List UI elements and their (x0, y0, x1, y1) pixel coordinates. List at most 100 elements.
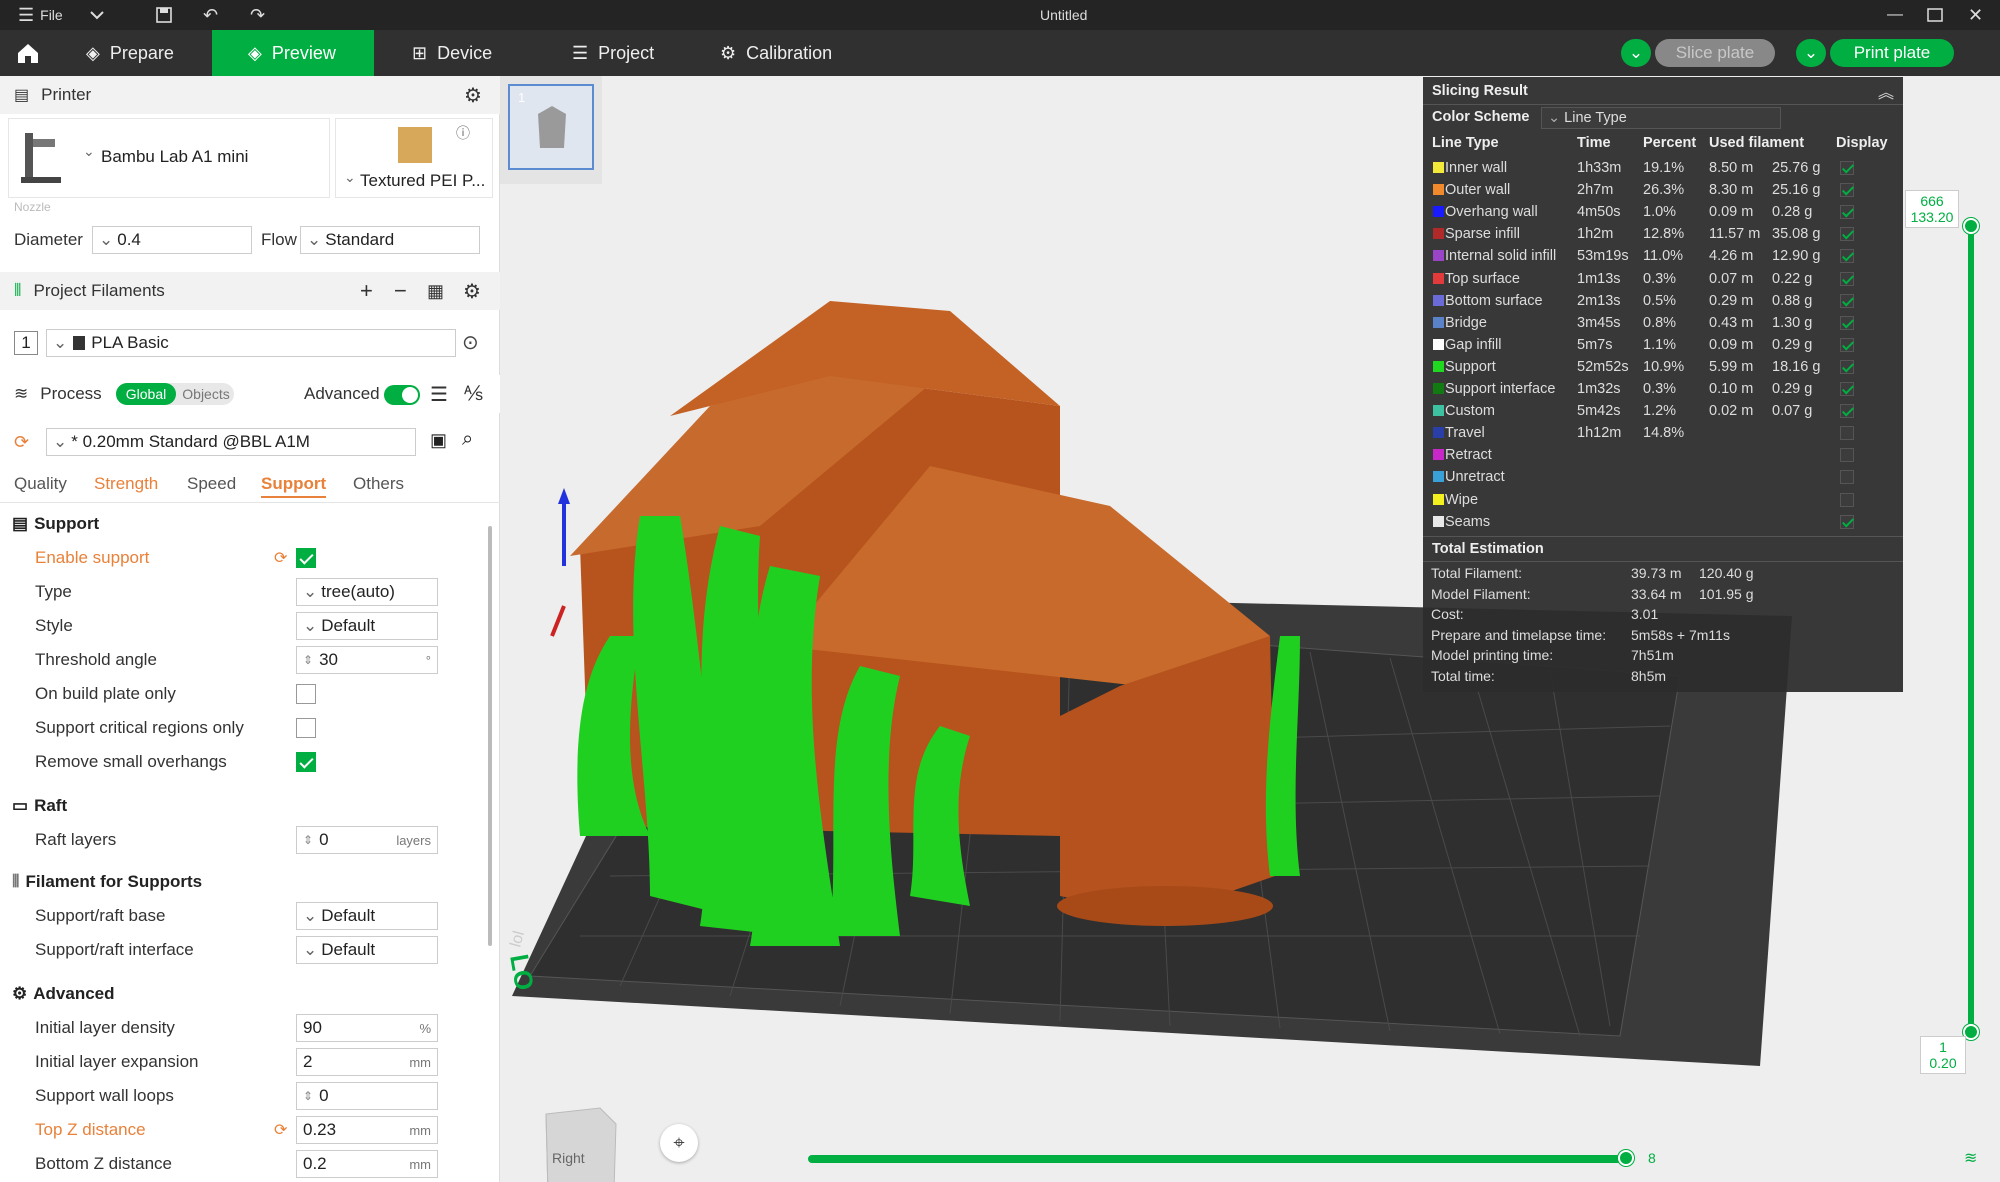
display-checkbox[interactable] (1840, 271, 1854, 286)
filament-select[interactable]: ⌄ PLA Basic (46, 329, 456, 357)
layer-slider-top-handle[interactable] (1963, 218, 1979, 234)
display-checkbox[interactable] (1840, 205, 1854, 220)
display-checkbox[interactable] (1840, 183, 1854, 198)
save-icon[interactable] (155, 0, 173, 30)
support-interface-select[interactable]: ⌄ Default (296, 936, 438, 964)
printer-card[interactable]: ⌄ Bambu Lab A1 mini (8, 118, 330, 198)
print-dropdown-button[interactable]: ⌄ (1796, 39, 1826, 67)
advanced-toggle[interactable] (384, 385, 420, 405)
display-checkbox[interactable] (1840, 161, 1854, 175)
tab-others[interactable]: Others (353, 474, 404, 494)
chevron-down-icon[interactable] (90, 0, 104, 30)
tab-device[interactable]: ⊞ Device (392, 30, 542, 76)
critical-regions-checkbox[interactable] (296, 718, 316, 738)
move-slider-handle[interactable] (1618, 1150, 1634, 1166)
percent-icon[interactable]: ⅍ (464, 383, 483, 406)
support-style-select[interactable]: ⌄ Default (296, 612, 438, 640)
gear-icon[interactable]: ⚙ (464, 83, 482, 108)
layer-slider-track[interactable] (1968, 225, 1974, 1035)
save-preset-icon[interactable]: ▣ (430, 430, 447, 451)
process-preset-select[interactable]: ⌄ * 0.20mm Standard @BBL A1M (46, 428, 416, 456)
bottom-z-input[interactable]: 0.2 mm (296, 1150, 438, 1178)
display-checkbox[interactable] (1840, 227, 1854, 242)
view-cube[interactable]: Right (536, 1094, 620, 1182)
display-checkbox[interactable] (1840, 492, 1854, 507)
initial-density-input[interactable]: 90% (296, 1014, 438, 1042)
maximize-icon[interactable] (1927, 0, 1943, 30)
remove-icon[interactable]: − (394, 278, 407, 304)
support-type-select[interactable]: ⌄ tree(auto) (296, 578, 438, 606)
reset-icon[interactable]: ⟳ (274, 548, 287, 568)
tab-strength[interactable]: Strength (94, 474, 158, 494)
slice-dropdown-button[interactable]: ⌄ (1621, 39, 1651, 67)
plate-card[interactable]: ⓘ ⌄ Textured PEI P... (335, 118, 493, 198)
add-icon[interactable]: + (360, 278, 373, 304)
tab-preview[interactable]: ◈ Preview (212, 30, 374, 76)
print-plate-button[interactable]: Print plate (1830, 39, 1954, 67)
display-checkbox[interactable] (1840, 382, 1854, 396)
support-base-select[interactable]: ⌄ Default (296, 902, 438, 930)
global-objects-toggle[interactable]: Global Objects (116, 383, 234, 405)
flow-select[interactable]: ⌄ Standard (300, 226, 480, 254)
initial-expansion-input[interactable]: 2 mm (296, 1048, 438, 1076)
top-z-input[interactable]: 0.23 mm (296, 1116, 438, 1144)
display-checkbox[interactable] (1840, 514, 1854, 529)
tab-prepare[interactable]: ◈ Prepare (66, 30, 212, 76)
display-checkbox[interactable] (1840, 293, 1854, 308)
undo-icon[interactable]: ↶ (203, 0, 218, 30)
stepper-icon[interactable]: ⇕ (303, 1089, 313, 1103)
plate-type-name: Textured PEI P... (360, 171, 486, 190)
diameter-select[interactable]: ⌄ 0.4 (92, 226, 252, 254)
tab-quality[interactable]: Quality (14, 474, 67, 494)
stepper-icon[interactable]: ⇕ (303, 653, 313, 667)
reset-icon[interactable]: ⟳ (274, 1120, 287, 1140)
display-checkbox[interactable] (1840, 315, 1854, 330)
display-checkbox[interactable] (1840, 448, 1854, 463)
file-menu[interactable]: ☰ File (18, 0, 63, 30)
line-type-time: 52m52s (1577, 358, 1629, 375)
build-plate-only-checkbox[interactable] (296, 684, 316, 704)
display-checkbox[interactable] (1840, 249, 1854, 264)
display-checkbox[interactable] (1840, 337, 1854, 352)
search-icon[interactable]: ⌕ (462, 428, 473, 451)
redo-icon[interactable]: ↷ (250, 0, 265, 30)
display-checkbox[interactable] (1840, 404, 1854, 419)
stepper-icon[interactable]: ⇕ (303, 833, 313, 847)
gear-icon[interactable]: ⚙ (463, 279, 481, 304)
fit-view-button[interactable]: ⌖ (660, 1124, 698, 1162)
more-icon[interactable]: ⊙ (462, 330, 479, 355)
reset-icon[interactable]: ⟳ (14, 432, 29, 453)
line-type-time: 1h12m (1577, 425, 1622, 442)
diameter-label: Diameter (14, 230, 83, 249)
tab-project[interactable]: ☰ Project (552, 30, 702, 76)
total-value: 39.73 m (1631, 565, 1682, 581)
move-slider-track[interactable] (808, 1155, 1630, 1163)
support-icon: ▤ (12, 514, 29, 533)
color-scheme-select[interactable]: ⌄ Line Type (1541, 107, 1781, 129)
tab-support[interactable]: Support (261, 474, 327, 498)
objects-option[interactable]: Objects (178, 383, 234, 405)
minimize-icon[interactable]: — (1887, 0, 1903, 30)
slice-plate-button[interactable]: Slice plate (1655, 39, 1775, 67)
collapse-icon[interactable]: ︽ (1878, 79, 1894, 103)
global-option[interactable]: Global (116, 383, 176, 405)
display-checkbox[interactable] (1840, 359, 1854, 374)
list-icon[interactable]: ☰ (430, 382, 448, 407)
raft-layers-input[interactable]: ⇕ 0 layers (296, 826, 438, 854)
bed-axis-label: LO (504, 952, 540, 993)
layers-toggle-icon[interactable]: ≋ (1964, 1148, 1977, 1168)
close-icon[interactable]: ✕ (1968, 0, 1983, 30)
fit-view-icon: ⌖ (673, 1131, 685, 1154)
display-checkbox[interactable] (1840, 470, 1854, 485)
threshold-angle-input[interactable]: ⇕ 30 ° (296, 646, 438, 674)
tab-speed[interactable]: Speed (187, 474, 236, 494)
info-icon[interactable]: ⓘ (456, 123, 470, 143)
enable-support-checkbox[interactable] (296, 548, 316, 568)
filament-sync-icon[interactable]: ▦ (427, 281, 444, 302)
tab-calibration[interactable]: ⚙ Calibration (700, 30, 870, 76)
settings-scrollbar[interactable] (488, 526, 492, 946)
home-button[interactable] (0, 30, 55, 76)
display-checkbox[interactable] (1840, 426, 1854, 441)
small-overhangs-checkbox[interactable] (296, 752, 316, 772)
wall-loops-input[interactable]: ⇕ 0 (296, 1082, 438, 1110)
